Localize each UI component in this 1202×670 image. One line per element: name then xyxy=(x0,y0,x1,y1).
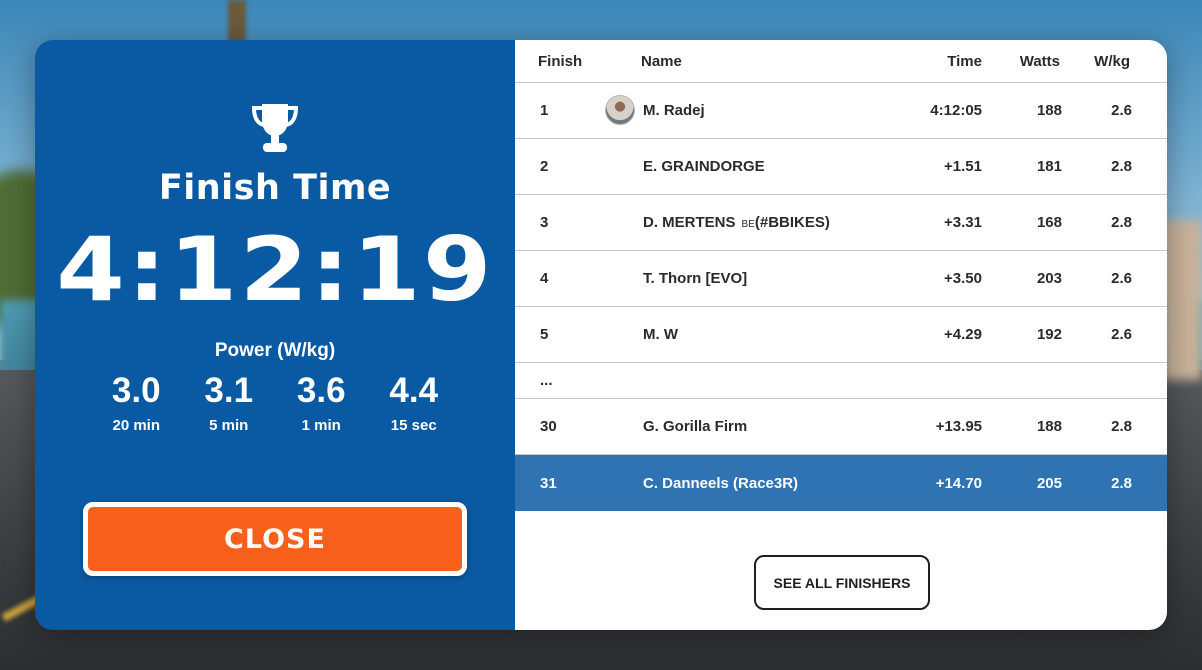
power-stat-1min: 3.6 1 min xyxy=(275,370,368,434)
table-row[interactable]: 5 M. W +4.29 192 2.6 xyxy=(515,307,1167,363)
avatar xyxy=(605,95,635,125)
table-row[interactable]: 30 G. Gorilla Firm +13.95 188 2.8 xyxy=(515,399,1167,455)
power-stats: 3.0 20 min 3.1 5 min 3.6 1 min 4.4 15 se… xyxy=(90,370,460,434)
row-watts: 203 xyxy=(1036,270,1062,287)
row-finish: 5 xyxy=(540,326,549,343)
power-stat-20min: 3.0 20 min xyxy=(90,370,183,434)
row-time: +14.70 xyxy=(935,474,982,492)
header-watts[interactable]: Watts xyxy=(1020,53,1060,70)
finish-results-modal: Finish Time 4:12:19 Power (W/kg) 3.0 20 … xyxy=(35,40,1167,630)
trophy-icon xyxy=(251,104,299,152)
row-finish: 1 xyxy=(540,102,549,119)
power-stat-15sec: 4.4 15 sec xyxy=(368,370,461,434)
row-time: +13.95 xyxy=(935,418,982,435)
row-name-group: D. MERTENS BE(#BBIKES) xyxy=(643,214,830,231)
finish-time-label: Finish Time xyxy=(158,168,392,208)
power-stat-value: 3.6 xyxy=(296,371,346,410)
close-button[interactable]: CLOSE xyxy=(83,502,467,576)
row-time: +1.51 xyxy=(944,158,982,175)
row-wkg: 2.8 xyxy=(1111,214,1132,231)
power-stat-label: 1 min xyxy=(301,417,341,434)
row-time: +3.50 xyxy=(944,270,982,287)
header-time[interactable]: Time xyxy=(947,53,982,70)
row-time: 4:12:05 xyxy=(930,102,982,119)
row-name: T. Thorn [EVO] xyxy=(643,270,748,287)
row-wkg: 2.8 xyxy=(1111,418,1132,435)
table-row[interactable]: 3 D. MERTENS BE(#BBIKES) +3.31 168 2.8 xyxy=(515,195,1167,251)
country-tag: BE xyxy=(741,219,755,230)
row-wkg: 2.6 xyxy=(1111,102,1132,119)
table-row-ellipsis: ... xyxy=(515,363,1167,399)
results-table-header: Finish Name Time Watts W/kg xyxy=(515,40,1167,83)
header-name[interactable]: Name xyxy=(641,53,682,70)
row-watts: 205 xyxy=(1036,474,1062,492)
power-stat-label: 5 min xyxy=(209,417,249,434)
row-name: M. W xyxy=(643,326,678,343)
row-finish: 4 xyxy=(540,270,549,287)
header-finish[interactable]: Finish xyxy=(538,53,582,70)
row-watts: 192 xyxy=(1036,326,1062,343)
row-watts: 181 xyxy=(1036,158,1062,175)
row-wkg: 2.6 xyxy=(1111,270,1132,287)
row-finish: 31 xyxy=(540,474,557,492)
power-stat-label: 15 sec xyxy=(390,417,437,434)
power-stat-value: 3.0 xyxy=(111,371,161,410)
row-time: +4.29 xyxy=(944,326,982,343)
power-stat-label: 20 min xyxy=(112,417,161,434)
power-label: Power (W/kg) xyxy=(214,340,336,361)
row-name: G. Gorilla Firm xyxy=(643,418,748,435)
row-finish: 3 xyxy=(540,214,549,231)
row-finish: 30 xyxy=(540,418,557,435)
finish-time-value: 4:12:19 xyxy=(56,218,494,321)
header-wkg[interactable]: W/kg xyxy=(1094,53,1130,70)
row-time: +3.31 xyxy=(944,214,982,231)
row-watts: 188 xyxy=(1036,102,1062,119)
row-name: E. GRAINDORGE xyxy=(643,158,765,175)
power-stat-5min: 3.1 5 min xyxy=(183,370,276,434)
see-all-finishers-button[interactable]: SEE ALL FINISHERS xyxy=(754,555,930,610)
row-finish: 2 xyxy=(540,158,549,175)
row-watts: 168 xyxy=(1036,214,1062,231)
table-row[interactable]: 2 E. GRAINDORGE +1.51 181 2.8 xyxy=(515,139,1167,195)
row-wkg: 2.8 xyxy=(1111,158,1132,175)
finish-summary-panel: Finish Time 4:12:19 Power (W/kg) 3.0 20 … xyxy=(35,40,515,630)
row-finish: ... xyxy=(540,372,553,389)
table-row[interactable]: 1 M. Radej 4:12:05 188 2.6 xyxy=(515,83,1167,139)
row-name-suffix: (#BBIKES) xyxy=(754,214,830,231)
row-name: M. Radej xyxy=(643,102,705,119)
table-row-current-user[interactable]: 31 C. Danneels (Race3R) +14.70 205 2.8 xyxy=(515,455,1167,511)
row-wkg: 2.6 xyxy=(1111,326,1132,343)
table-row[interactable]: 4 T. Thorn [EVO] +3.50 203 2.6 xyxy=(515,251,1167,307)
row-name: D. MERTENS xyxy=(643,214,736,231)
power-stat-value: 4.4 xyxy=(389,371,439,410)
row-watts: 188 xyxy=(1036,418,1062,435)
power-stat-value: 3.1 xyxy=(204,371,254,410)
row-wkg: 2.8 xyxy=(1111,474,1132,492)
results-table-panel: Finish Name Time Watts W/kg 1 M. Radej 4… xyxy=(515,40,1167,630)
row-name: C. Danneels (Race3R) xyxy=(643,474,799,492)
